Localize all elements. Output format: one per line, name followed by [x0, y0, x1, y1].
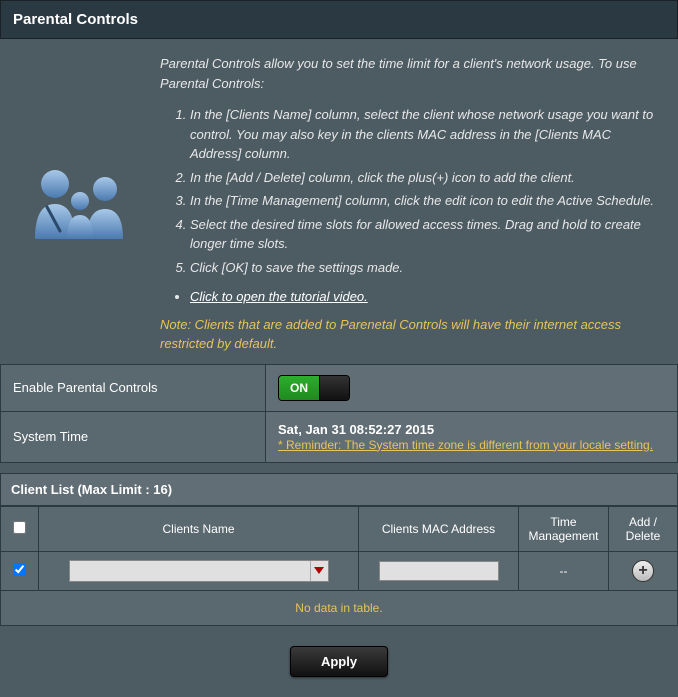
step-3: In the [Time Management] column, click t… — [190, 191, 658, 211]
time-management-cell: -- — [519, 551, 609, 590]
client-name-dropdown[interactable] — [69, 560, 329, 582]
col-header-time: Time Management — [519, 506, 609, 551]
col-header-checkbox — [1, 506, 39, 551]
enable-label: Enable Parental Controls — [1, 364, 266, 411]
apply-button[interactable]: Apply — [290, 646, 388, 677]
step-4: Select the desired time slots for allowe… — [190, 215, 658, 254]
client-table: Clients Name Clients MAC Address Time Ma… — [0, 506, 678, 626]
system-time-value: Sat, Jan 31 08:52:27 2015 — [278, 422, 665, 437]
col-header-mac: Clients MAC Address — [359, 506, 519, 551]
family-icon — [0, 54, 160, 354]
table-row: -- + — [1, 551, 678, 590]
intro-block: Parental Controls allow you to set the t… — [0, 39, 678, 364]
step-5: Click [OK] to save the settings made. — [190, 258, 658, 278]
page-title: Parental Controls — [0, 0, 678, 39]
tutorial-link[interactable]: Click to open the tutorial video. — [190, 289, 368, 304]
mac-address-input[interactable] — [379, 561, 499, 581]
col-header-add: Add / Delete — [609, 506, 678, 551]
toggle-handle — [319, 376, 349, 400]
add-icon[interactable]: + — [632, 560, 654, 582]
client-name-input[interactable] — [70, 561, 310, 581]
settings-table: Enable Parental Controls ON System Time … — [0, 364, 678, 463]
dropdown-caret-icon[interactable] — [310, 561, 328, 581]
select-all-checkbox[interactable] — [13, 521, 26, 534]
row-checkbox[interactable] — [13, 563, 26, 576]
step-2: In the [Add / Delete] column, click the … — [190, 168, 658, 188]
client-list-header: Client List (Max Limit : 16) — [0, 473, 678, 506]
col-header-name: Clients Name — [39, 506, 359, 551]
no-data-text: No data in table. — [1, 590, 678, 625]
toggle-on-label: ON — [279, 376, 319, 400]
system-time-label: System Time — [1, 411, 266, 462]
step-1: In the [Clients Name] column, select the… — [190, 105, 658, 164]
steps-list: In the [Clients Name] column, select the… — [160, 105, 658, 277]
enable-toggle[interactable]: ON — [278, 375, 350, 401]
note-text: Note: Clients that are added to Pareneta… — [160, 315, 658, 354]
timezone-reminder-link[interactable]: * Reminder: The System time zone is diff… — [278, 438, 653, 452]
intro-text: Parental Controls allow you to set the t… — [160, 54, 658, 93]
